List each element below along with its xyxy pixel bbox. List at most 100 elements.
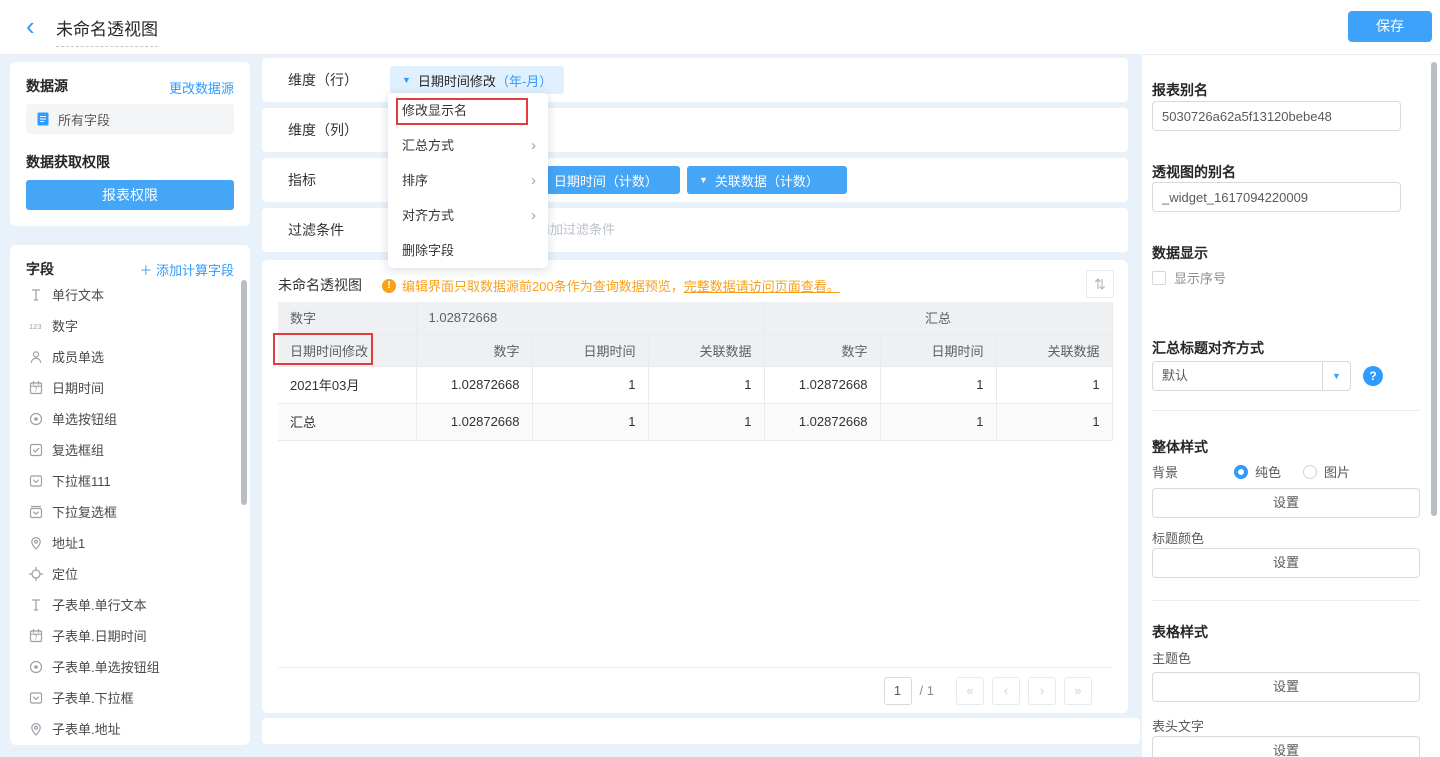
field-item[interactable]: 子表单.单选按钮组 xyxy=(10,651,250,682)
prev-page-icon[interactable]: ‹ xyxy=(992,677,1020,705)
field-item[interactable]: 地址1 xyxy=(10,527,250,558)
field-item[interactable]: 定位 xyxy=(10,558,250,589)
table-cell: 汇总 xyxy=(278,403,416,440)
group-header-cell: 1.02872668 xyxy=(416,302,764,334)
field-item-label: 复选框组 xyxy=(52,440,104,459)
warning-link[interactable]: 完整数据请访问页面查看。 xyxy=(684,276,840,295)
table-cell: 1 xyxy=(996,366,1112,403)
field-item-label: 成员单选 xyxy=(52,347,104,366)
radio-icon xyxy=(28,659,44,675)
report-alias-input[interactable] xyxy=(1152,101,1401,131)
widget-alias-label: 透视图的别名 xyxy=(1152,162,1236,182)
datasource-item[interactable]: 所有字段 xyxy=(26,104,234,134)
document-icon xyxy=(36,112,50,126)
last-page-icon[interactable]: » xyxy=(1064,677,1092,705)
member-icon xyxy=(28,349,44,365)
chip-field-name: 日期时间修改 xyxy=(418,71,496,90)
save-button[interactable]: 保存 xyxy=(1348,11,1432,42)
field-item[interactable]: 下拉框111 xyxy=(10,465,250,496)
settings-panel: 报表别名 透视图的别名 数据显示 显示序号 汇总标题对齐方式 默认 ▼ ? 整体… xyxy=(1142,55,1440,757)
warning-icon: ! xyxy=(382,279,396,293)
menu-item[interactable]: 删除字段 xyxy=(388,233,548,268)
first-page-icon[interactable]: « xyxy=(956,677,984,705)
dimension-row-chip[interactable]: ▼ 日期时间修改 （年-月） xyxy=(390,66,564,94)
summary-align-select[interactable]: 默认 ▼ xyxy=(1152,361,1351,391)
menu-item[interactable]: 汇总方式› xyxy=(388,128,548,163)
field-item[interactable]: 单行文本 xyxy=(10,279,250,310)
column-header-cell: 数字 xyxy=(416,334,532,366)
header-text-set-button[interactable]: 设置 xyxy=(1152,736,1420,757)
table-cell: 1 xyxy=(532,403,648,440)
theme-color-set-button[interactable]: 设置 xyxy=(1152,672,1420,702)
select-icon xyxy=(28,473,44,489)
next-page-icon[interactable]: › xyxy=(1028,677,1056,705)
field-item[interactable]: 单选按钮组 xyxy=(10,403,250,434)
page-title[interactable]: 未命名透视图 xyxy=(56,15,158,47)
filter-placeholder[interactable]: 添加过滤条件 xyxy=(537,208,615,252)
caret-down-icon: ▼ xyxy=(402,75,411,85)
widget-alias-input[interactable] xyxy=(1152,182,1401,212)
help-icon[interactable]: ? xyxy=(1363,366,1383,386)
field-context-menu: 修改显示名汇总方式›排序›对齐方式›删除字段 xyxy=(388,93,548,268)
field-item[interactable]: 123数字 xyxy=(10,310,250,341)
checkbox-icon xyxy=(1152,271,1166,285)
background-radio-option[interactable]: 图片 xyxy=(1303,462,1350,481)
background-option-row: 背景 纯色图片 xyxy=(1152,462,1430,481)
field-item[interactable]: 下拉复选框 xyxy=(10,496,250,527)
pivot-table-wrap: 数字1.02872668汇总日期时间修改数字日期时间关联数据数字日期时间关联数据… xyxy=(278,302,1112,441)
metric-chip-label: 日期时间（计数） xyxy=(554,171,658,190)
back-icon[interactable]: ‹ xyxy=(26,11,35,41)
datetime-icon: 7 xyxy=(28,628,44,644)
show-index-checkbox[interactable]: 显示序号 xyxy=(1152,268,1226,287)
field-item-label: 地址1 xyxy=(52,533,85,552)
change-datasource-link[interactable]: 更改数据源 xyxy=(169,78,234,97)
multiselect-icon xyxy=(28,504,44,520)
column-header-row: 日期时间修改数字日期时间关联数据数字日期时间关联数据 xyxy=(278,334,1112,366)
field-item-label: 子表单.下拉框 xyxy=(52,688,134,707)
field-item[interactable]: 7日期时间 xyxy=(10,372,250,403)
background-radio-option[interactable]: 纯色 xyxy=(1234,462,1281,481)
table-row: 2021年03月1.02872668111.0287266811 xyxy=(278,366,1112,403)
column-header-cell: 日期时间 xyxy=(880,334,996,366)
field-list: 单行文本123数字成员单选 7日期时间单选按钮组复选框组下拉框111 下拉复选框地址… xyxy=(10,279,250,744)
field-item[interactable]: 成员单选 xyxy=(10,341,250,372)
pivot-editor-page: ‹ 未命名透视图 保存 数据源 更改数据源 所有字段 数据获取权限 报表权限 字… xyxy=(0,0,1440,757)
column-header-cell: 数字 xyxy=(764,334,880,366)
menu-item[interactable]: 修改显示名 xyxy=(388,93,548,128)
chevron-right-icon: › xyxy=(531,128,536,163)
settings-scrollbar[interactable] xyxy=(1431,62,1437,516)
table-cell: 1.02872668 xyxy=(416,403,532,440)
add-calc-field-link[interactable]: ＋ 添加计算字段 xyxy=(139,260,234,279)
column-header-cell: 日期时间修改 xyxy=(278,334,416,366)
menu-item[interactable]: 排序› xyxy=(388,163,548,198)
header-text-label: 表头文字 xyxy=(1152,716,1204,735)
address-icon xyxy=(28,721,44,737)
field-item[interactable]: 子表单.下拉框 xyxy=(10,682,250,713)
field-item-label: 下拉框111 xyxy=(52,471,111,490)
table-cell: 1 xyxy=(880,403,996,440)
top-bar: ‹ 未命名透视图 保存 xyxy=(0,0,1440,55)
dimension-col-label: 维度（列） xyxy=(288,108,358,152)
background-set-button[interactable]: 设置 xyxy=(1152,488,1420,518)
table-cell: 1 xyxy=(880,366,996,403)
field-item[interactable]: 子表单.地址 xyxy=(10,713,250,744)
field-item[interactable]: 7子表单.日期时间 xyxy=(10,620,250,651)
field-item-label: 定位 xyxy=(52,564,78,583)
checkbox-group-icon xyxy=(28,442,44,458)
menu-item[interactable]: 对齐方式› xyxy=(388,198,548,233)
text-icon xyxy=(28,287,44,303)
field-item-label: 单选按钮组 xyxy=(52,409,117,428)
page-number-box[interactable]: 1 xyxy=(884,677,912,705)
metric-chip[interactable]: ▼关联数据（计数） xyxy=(687,166,847,194)
report-permission-button[interactable]: 报表权限 xyxy=(26,180,234,210)
field-item[interactable]: 子表单.单行文本 xyxy=(10,589,250,620)
table-cell: 1 xyxy=(648,366,764,403)
field-item[interactable]: 复选框组 xyxy=(10,434,250,465)
divider xyxy=(1152,600,1420,601)
title-color-set-button[interactable]: 设置 xyxy=(1152,548,1420,578)
sort-icon[interactable]: ⇅ xyxy=(1086,270,1114,298)
fields-scrollbar[interactable] xyxy=(241,280,247,505)
metric-chip[interactable]: ▼日期时间（计数） xyxy=(526,166,680,194)
metrics-label: 指标 xyxy=(288,158,316,202)
metric-chip-label: 关联数据（计数） xyxy=(715,171,819,190)
